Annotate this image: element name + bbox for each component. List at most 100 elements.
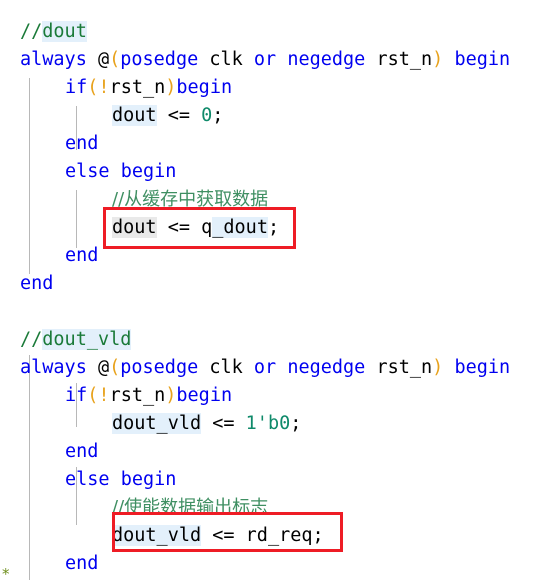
code-line-12[interactable]: //dout_vld <box>0 326 556 354</box>
keyword-end: end <box>65 553 99 574</box>
code-line-4[interactable]: dout <= 0; <box>0 102 556 130</box>
comment-token-slashes: // <box>112 189 125 210</box>
code-line-20[interactable]: end <box>0 550 556 578</box>
nonblocking-assign: <= <box>212 525 235 546</box>
identifier-rst-n: rst_n <box>376 49 433 70</box>
code-line-5[interactable]: end <box>0 130 556 158</box>
keyword-end: end <box>65 133 99 154</box>
code-line-15[interactable]: dout_vld <= 1'b0; <box>0 410 556 438</box>
code-line-9[interactable]: end <box>0 242 556 270</box>
comment-token-dout: dout <box>42 21 87 42</box>
code-line-2[interactable]: always @(posedge clk or negedge rst_n) b… <box>0 46 556 74</box>
at-symbol: @ <box>97 49 110 70</box>
identifier-q-dout-suffix: _dout <box>212 217 268 238</box>
semicolon: ; <box>212 105 224 126</box>
keyword-begin: begin <box>176 385 233 406</box>
code-line-6[interactable]: else begin <box>0 158 556 186</box>
identifier-rd-req: rd_req <box>245 525 313 546</box>
lparen: ( <box>109 357 121 378</box>
code-line-8[interactable]: dout <= q_dout; <box>0 214 556 242</box>
identifier-rst-n: rst_n <box>109 77 166 98</box>
identifier-dout-vld: dout_vld <box>112 413 202 434</box>
code-line-14[interactable]: if(!rst_n)begin <box>0 382 556 410</box>
semicolon: ; <box>267 217 280 238</box>
comment-token-slashes: // <box>112 497 125 518</box>
keyword-end: end <box>65 245 99 266</box>
number-zero: 0 <box>201 105 213 126</box>
keyword-begin: begin <box>454 357 511 378</box>
keyword-or: or <box>253 49 277 70</box>
keyword-begin: begin <box>454 49 511 70</box>
semicolon: ; <box>312 525 324 546</box>
code-line-17[interactable]: else begin <box>0 466 556 494</box>
not-operator: ! <box>98 77 110 98</box>
code-line-10[interactable]: end <box>0 270 556 298</box>
keyword-negedge: negedge <box>287 49 366 70</box>
keyword-begin: begin <box>120 161 177 182</box>
keyword-end: end <box>20 273 54 294</box>
comment-token-slashes: // <box>20 21 43 42</box>
code-line-7[interactable]: //从缓存中获取数据 <box>0 186 556 214</box>
rparen: ) <box>432 49 444 70</box>
rparen: ) <box>165 77 177 98</box>
code-line-19[interactable]: dout_vld <= rd_req; <box>0 522 556 550</box>
identifier-rst-n: rst_n <box>109 385 166 406</box>
keyword-posedge: posedge <box>120 49 199 70</box>
rparen: ) <box>165 385 177 406</box>
code-line-16[interactable]: end <box>0 438 556 466</box>
code-line-18[interactable]: //使能数据输出标志 <box>0 494 556 522</box>
code-line-1[interactable]: //dout <box>0 18 556 46</box>
code-editor-pane[interactable]: //dout always @(posedge clk or negedge r… <box>0 0 556 586</box>
identifier-dout-vld: dout_vld <box>112 525 202 546</box>
keyword-begin: begin <box>120 469 177 490</box>
comment-get-data-from-cache: 从缓存中获取数据 <box>124 189 269 210</box>
code-line-3[interactable]: if(!rst_n)begin <box>0 74 556 102</box>
nonblocking-assign: <= <box>212 413 235 434</box>
identifier-dout: dout <box>112 105 157 126</box>
code-line-13[interactable]: always @(posedge clk or negedge rst_n) b… <box>0 354 556 382</box>
identifier-q-prefix: q <box>201 217 213 238</box>
modified-marker-icon: * <box>2 565 10 583</box>
lparen: ( <box>87 385 99 406</box>
number-1b0: 1'b0 <box>245 413 291 434</box>
keyword-always: always <box>20 357 87 378</box>
keyword-or: or <box>253 357 277 378</box>
identifier-clk: clk <box>209 357 243 378</box>
lparen: ( <box>87 77 99 98</box>
nonblocking-assign: <= <box>167 105 190 126</box>
nonblocking-assign: <= <box>167 217 190 238</box>
code-line-11-blank[interactable] <box>0 298 556 326</box>
keyword-else: else <box>65 469 110 490</box>
keyword-else: else <box>65 161 110 182</box>
lparen: ( <box>109 49 121 70</box>
keyword-if: if <box>65 77 88 98</box>
keyword-if: if <box>65 385 88 406</box>
comment-token-slashes: // <box>20 329 43 350</box>
keyword-always: always <box>20 49 87 70</box>
keyword-negedge: negedge <box>287 357 366 378</box>
keyword-posedge: posedge <box>120 357 199 378</box>
code-lines[interactable]: //dout always @(posedge clk or negedge r… <box>0 0 556 578</box>
comment-enable-data-output-flag: 使能数据输出标志 <box>124 497 269 518</box>
keyword-begin: begin <box>176 77 233 98</box>
